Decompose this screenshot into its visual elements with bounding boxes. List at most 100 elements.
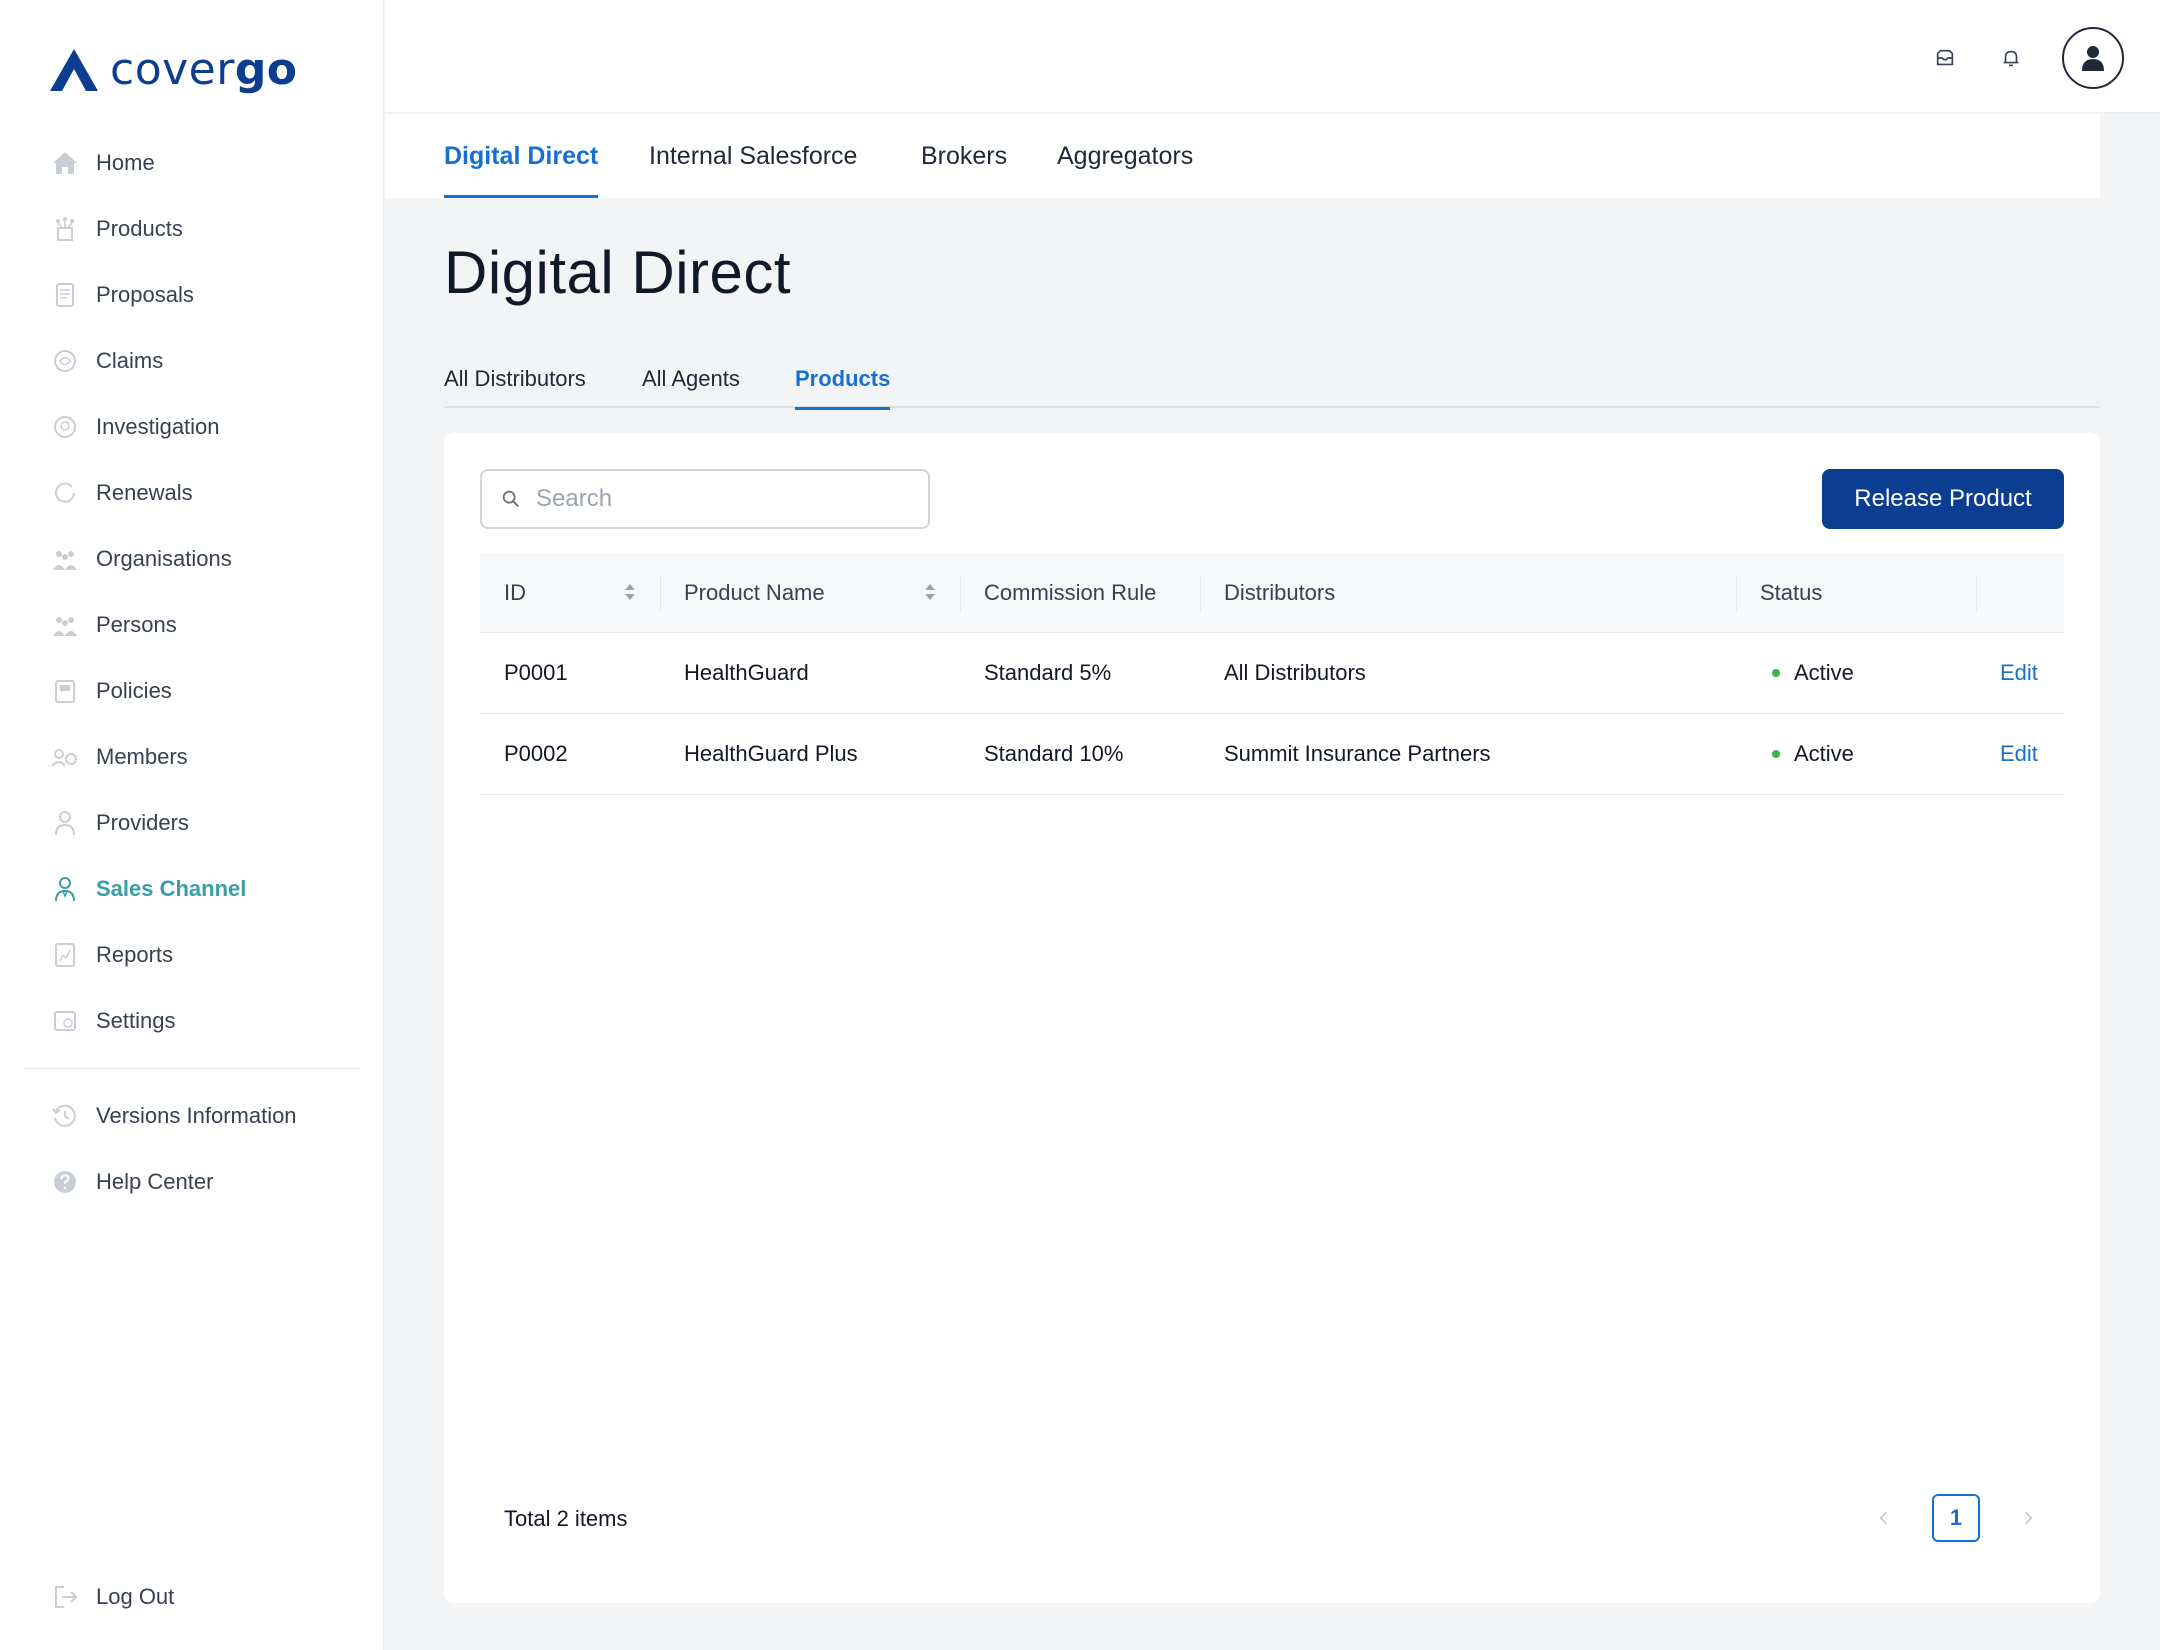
cell-status: Active <box>1772 633 1854 713</box>
column-header-commission-rule: Commission Rule <box>984 579 1157 605</box>
products-card: Release Product ID Product Name Commissi… <box>444 433 2100 1603</box>
sidebar-item-label: Policies <box>96 678 172 703</box>
table-row: P0002 HealthGuard Plus Standard 10% Summ… <box>480 714 2064 795</box>
pagination: 1 <box>1872 1494 2040 1542</box>
sidebar-item-members[interactable]: Members <box>0 724 384 790</box>
logo-text: covergo <box>110 44 298 95</box>
cell-id: P0002 <box>504 741 568 766</box>
sort-icon[interactable] <box>624 583 636 601</box>
edit-link[interactable]: Edit <box>2000 714 2038 794</box>
sidebar: covergo Home Products Proposals Claims I… <box>0 0 384 1650</box>
cell-product-name: HealthGuard <box>684 660 809 685</box>
sidebar-item-sales-channel[interactable]: Sales Channel <box>0 856 384 922</box>
proposals-icon <box>50 280 80 310</box>
sidebar-item-label: Investigation <box>96 414 220 439</box>
inbox-icon[interactable] <box>1930 43 1960 73</box>
sidebar-item-label: Home <box>96 150 155 175</box>
tab-all-distributors[interactable]: All Distributors <box>444 350 586 408</box>
sales-channel-icon <box>50 874 80 904</box>
home-icon <box>50 148 80 178</box>
search-icon <box>502 490 519 507</box>
sidebar-item-label: Providers <box>96 810 189 835</box>
tab-products[interactable]: Products <box>795 350 891 410</box>
page-title: Digital Direct <box>444 239 792 306</box>
release-product-button[interactable]: Release Product <box>1822 469 2064 529</box>
chevron-left-icon[interactable] <box>1872 1506 1896 1530</box>
cell-distributors: Summit Insurance Partners <box>1224 741 1491 766</box>
tab-brokers[interactable]: Brokers <box>921 114 1007 198</box>
sidebar-item-versions-information[interactable]: Versions Information <box>0 1083 384 1149</box>
policies-icon <box>50 676 80 706</box>
members-icon <box>50 742 80 772</box>
column-divider <box>660 575 661 611</box>
history-icon <box>50 1101 80 1131</box>
sidebar-item-label: Settings <box>96 1008 176 1033</box>
sidebar-item-organisations[interactable]: Organisations <box>0 526 384 592</box>
table-row: P0001 HealthGuard Standard 5% All Distri… <box>480 633 2064 714</box>
edit-link[interactable]: Edit <box>2000 633 2038 713</box>
claims-icon <box>50 346 80 376</box>
sidebar-item-label: Help Center <box>96 1169 214 1194</box>
persons-icon <box>50 610 80 640</box>
column-header-product-name[interactable]: Product Name <box>684 580 825 606</box>
products-icon <box>50 214 80 244</box>
sidebar-item-help-center[interactable]: Help Center <box>0 1149 384 1215</box>
sort-icon[interactable] <box>924 583 936 601</box>
chevron-right-icon[interactable] <box>2016 1506 2040 1530</box>
bell-icon[interactable] <box>1996 43 2026 73</box>
sidebar-item-investigation[interactable]: Investigation <box>0 394 384 460</box>
logout-icon <box>50 1582 80 1612</box>
sidebar-item-label: Persons <box>96 612 177 637</box>
status-label: Active <box>1794 660 1854 685</box>
column-divider <box>1976 575 1977 611</box>
sidebar-item-renewals[interactable]: Renewals <box>0 460 384 526</box>
settings-icon <box>50 1006 80 1036</box>
search-box[interactable] <box>480 469 930 529</box>
logout-label: Log Out <box>96 1584 175 1609</box>
search-input[interactable] <box>536 485 916 513</box>
logo-mark-icon <box>50 48 98 91</box>
cell-id: P0001 <box>504 660 568 685</box>
sidebar-divider <box>24 1068 360 1069</box>
sidebar-item-providers[interactable]: Providers <box>0 790 384 856</box>
sidebar-secondary-nav: Versions Information Help Center <box>0 1083 384 1215</box>
sidebar-logout: Log Out <box>0 1564 384 1630</box>
logout-button[interactable]: Log Out <box>0 1564 384 1630</box>
tab-all-agents[interactable]: All Agents <box>642 350 740 408</box>
sidebar-item-persons[interactable]: Persons <box>0 592 384 658</box>
sidebar-item-policies[interactable]: Policies <box>0 658 384 724</box>
user-icon <box>2082 46 2104 71</box>
channel-tabs: Digital Direct Internal Salesforce Broke… <box>385 114 2100 198</box>
sidebar-item-label: Reports <box>96 942 174 967</box>
cell-commission-rule: Standard 5% <box>984 660 1112 685</box>
reports-icon <box>50 940 80 970</box>
sidebar-item-products[interactable]: Products <box>0 196 384 262</box>
column-divider <box>1200 575 1201 611</box>
investigation-icon <box>50 412 80 442</box>
tab-internal-salesforce[interactable]: Internal Salesforce <box>649 114 857 198</box>
sidebar-item-proposals[interactable]: Proposals <box>0 262 384 328</box>
cell-commission-rule: Standard 10% <box>984 741 1124 766</box>
status-label: Active <box>1794 741 1854 766</box>
covergo-logo[interactable]: covergo <box>48 44 298 95</box>
sidebar-nav: Home Products Proposals Claims Investiga… <box>0 130 384 1054</box>
sidebar-item-label: Versions Information <box>96 1103 297 1128</box>
providers-icon <box>50 808 80 838</box>
tab-aggregators[interactable]: Aggregators <box>1057 114 1193 198</box>
column-divider <box>960 575 961 611</box>
renewals-icon <box>50 478 80 508</box>
sidebar-item-label: Members <box>96 744 188 769</box>
sidebar-item-label: Claims <box>96 348 164 373</box>
top-bar-actions <box>1930 27 2124 89</box>
page-number[interactable]: 1 <box>1932 1494 1980 1542</box>
sidebar-item-reports[interactable]: Reports <box>0 922 384 988</box>
column-header-id[interactable]: ID <box>504 580 526 606</box>
tab-digital-direct[interactable]: Digital Direct <box>444 114 599 198</box>
sidebar-item-home[interactable]: Home <box>0 130 384 196</box>
sidebar-item-label: Products <box>96 216 183 241</box>
sidebar-item-label: Organisations <box>96 546 232 571</box>
user-avatar[interactable] <box>2062 27 2124 89</box>
sidebar-item-settings[interactable]: Settings <box>0 988 384 1054</box>
sidebar-item-claims[interactable]: Claims <box>0 328 384 394</box>
sidebar-item-label: Renewals <box>96 480 193 505</box>
